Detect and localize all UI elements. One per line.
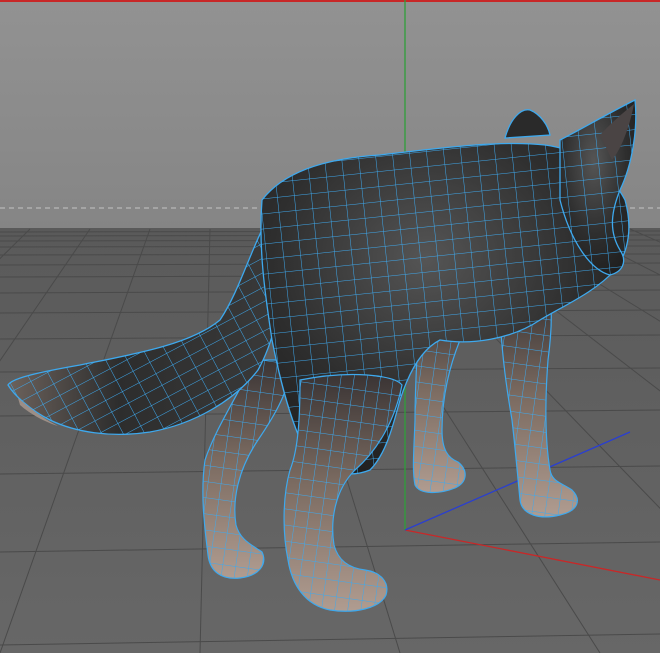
viewport-canvas[interactable]: [0, 0, 660, 653]
3d-viewport[interactable]: [0, 0, 660, 653]
